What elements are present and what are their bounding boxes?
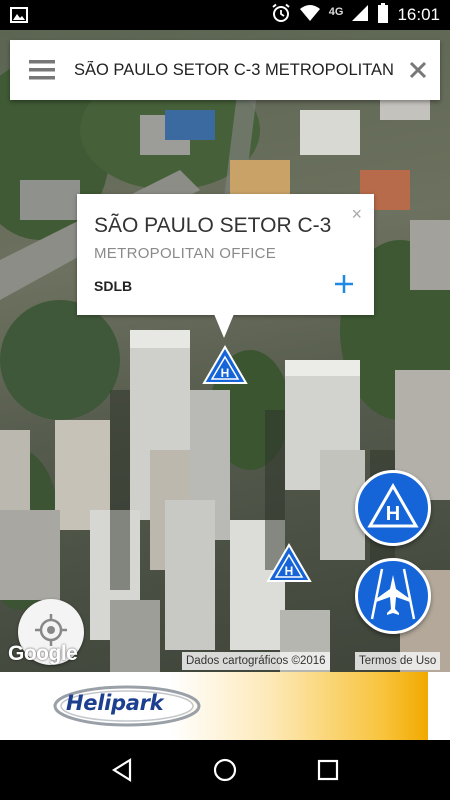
info-window-pointer [214, 314, 234, 338]
heliport-marker[interactable]: H [202, 345, 248, 390]
wifi-icon [299, 4, 321, 27]
info-window[interactable]: SÃO PAULO SETOR C-3 METROPOLITAN OFFICE … [77, 194, 374, 315]
recents-icon[interactable] [308, 750, 348, 790]
svg-text:H: H [386, 503, 400, 525]
ad-banner[interactable]: Helipark [0, 672, 450, 740]
heliport-filter-button[interactable]: H [355, 470, 431, 546]
info-title: SÃO PAULO SETOR C-3 [94, 214, 332, 237]
svg-text:H: H [285, 564, 294, 578]
network-type: 4G [328, 6, 344, 18]
heliport-icon: H [367, 482, 419, 534]
search-bar[interactable]: SÃO PAULO SETOR C-3 METROPOLITAN [10, 40, 440, 100]
plus-icon[interactable] [334, 274, 354, 299]
system-nav-bar [0, 740, 450, 800]
close-icon[interactable] [396, 40, 440, 100]
battery-icon [377, 2, 389, 28]
hamburger-menu-icon[interactable] [10, 40, 74, 100]
info-code: SDLB [94, 278, 133, 294]
cell-signal-icon [351, 4, 369, 27]
back-icon[interactable] [102, 750, 142, 790]
banner-edge [428, 672, 450, 740]
alarm-icon [271, 3, 291, 28]
info-close-icon[interactable]: × [351, 204, 362, 225]
heliport-marker[interactable]: H [266, 543, 312, 588]
airplane-runway-icon [368, 567, 418, 626]
gallery-icon [10, 7, 28, 28]
map-view[interactable]: H H H [0, 30, 450, 672]
map-data-attribution: Dados cartográficos ©2016 [182, 652, 330, 670]
google-logo: Google [8, 642, 78, 665]
clock: 16:01 [397, 5, 440, 24]
status-bar: 4G 16:01 [0, 0, 450, 30]
banner-brand: Helipark [66, 691, 164, 715]
svg-text:H: H [221, 366, 230, 380]
airport-filter-button[interactable] [355, 558, 431, 634]
home-icon[interactable] [205, 750, 245, 790]
search-query[interactable]: SÃO PAULO SETOR C-3 METROPOLITAN [74, 61, 396, 80]
terms-link[interactable]: Termos de Uso [355, 652, 441, 670]
info-subtitle: METROPOLITAN OFFICE [94, 245, 277, 262]
